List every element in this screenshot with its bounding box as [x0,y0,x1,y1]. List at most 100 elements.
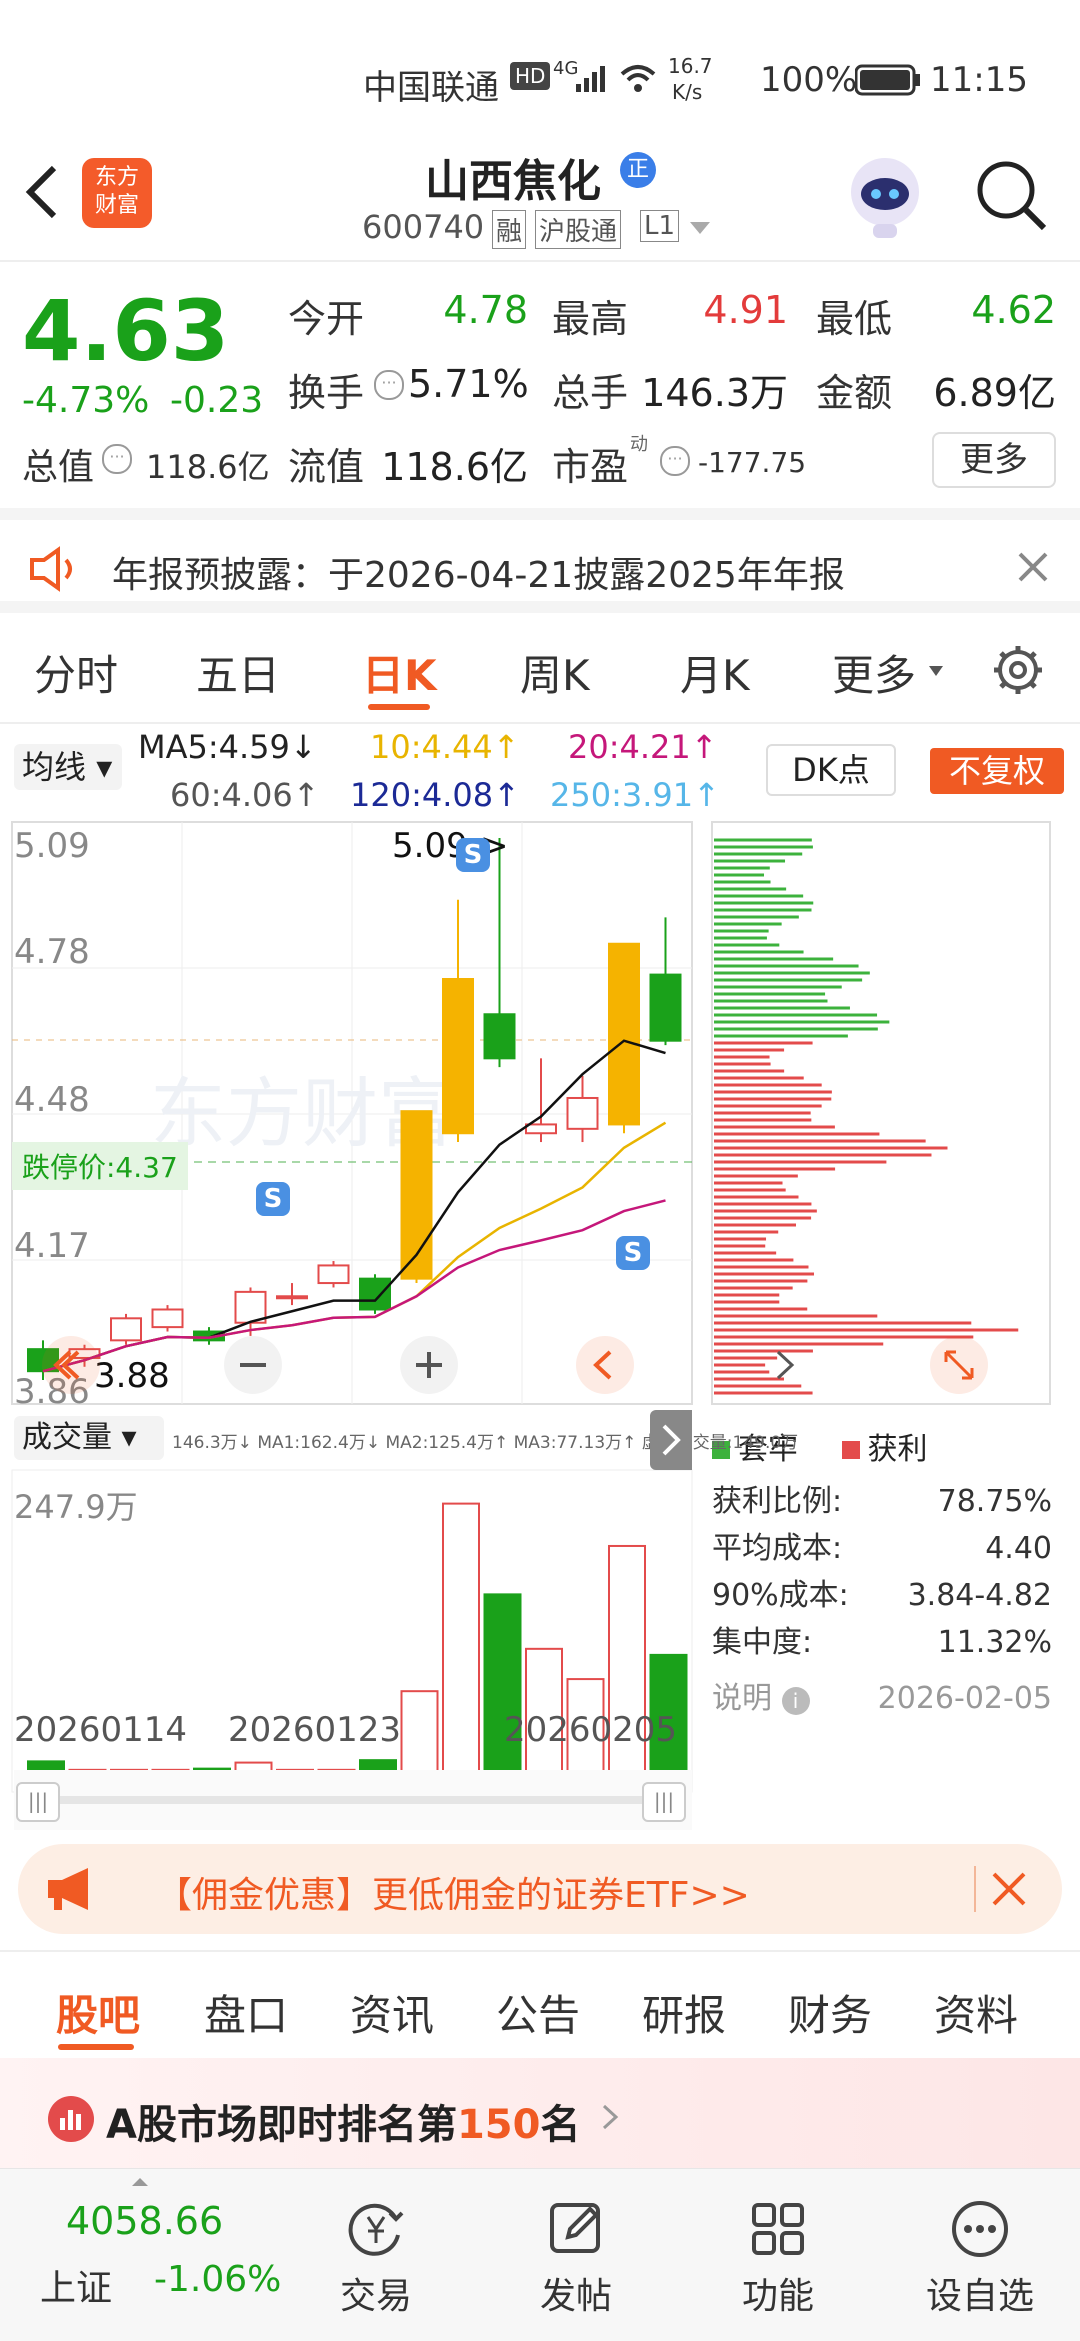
rank-prefix: A股市场即时排名第 [106,2102,457,2148]
back-icon[interactable] [22,162,62,226]
index-ticker[interactable]: 4058.66 上证 -1.06% [0,2169,282,2341]
zoom-in-button[interactable] [400,1336,458,1394]
more-button[interactable]: 更多 [932,432,1056,488]
sell-signal-icon[interactable]: S [616,1236,650,1270]
info-icon[interactable]: ··· [660,446,690,476]
more-dots-icon [950,2199,1010,2259]
range-handle-right[interactable]: ||| [642,1782,686,1822]
index-change: -1.06% [154,2259,282,2300]
verified-badge: 正 [620,152,656,188]
nav-watchlist[interactable]: 设自选 [910,2169,1050,2341]
range-handle-left[interactable]: ||| [16,1782,60,1822]
tab-announcements[interactable]: 公告 [496,1982,580,2043]
bottom-bar: 4058.66 上证 -1.06% 交易 发帖 功能 设自选 [0,2168,1080,2341]
tab-orderbook[interactable]: 盘口 [204,1982,288,2043]
brand-logo[interactable]: 东方 财富 [82,158,152,228]
nav-post[interactable]: 发帖 [506,2169,646,2341]
turnover-value: 5.71% [408,362,529,406]
tab-intraday[interactable]: 分时 [34,642,118,703]
turnover-label: 换手 [288,371,365,415]
robot-assistant-icon[interactable] [845,152,925,242]
limit-down-label: 跌停价:4.37 [12,1142,188,1190]
feature-tabs: 股吧 盘口 资讯 公告 研报 财务 资料 [0,1950,1080,2058]
ma-selector[interactable]: 均线 ▾ [14,744,122,790]
candle-body [317,1264,350,1285]
index-value: 4058.66 [66,2199,224,2243]
close-icon[interactable] [1016,550,1050,588]
candle-body [649,973,682,1042]
tab-research[interactable]: 研报 [642,1982,726,2043]
chip-stat-value: 3.84-4.82 [907,1578,1052,1613]
chip-stat-value: 4.40 [985,1531,1052,1566]
candle-body [566,1096,599,1130]
zoom-out-button[interactable] [224,1336,282,1394]
nav-trade[interactable]: 交易 [306,2169,446,2341]
speaker-icon [28,546,82,596]
tab-monthly-k[interactable]: 月K [680,642,750,703]
notice-bar[interactable]: 年报预披露：于2026-04-21披露2025年年报 [0,508,1080,613]
tab-more[interactable]: 更多 [832,642,916,703]
clock: 11:15 [930,60,1028,100]
brand-line2: 财富 [94,193,139,218]
tab-daily-k[interactable]: 日K [362,642,437,703]
index-name: 上证 [40,2268,113,2309]
grid-icon [748,2199,808,2259]
expand-icon[interactable] [930,1336,988,1394]
settings-icon[interactable] [990,642,1046,702]
rewind-button[interactable] [42,1336,100,1394]
chip-stat-label: 集中度: [712,1625,813,1660]
tab-five-day[interactable]: 五日 [196,642,280,703]
ma-selector-label: 均线 [22,748,87,786]
tab-financials[interactable]: 财务 [788,1982,872,2043]
chip-stat-label: 获利比例: [712,1484,843,1519]
chip-distribution [714,838,1019,1395]
dropdown-icon[interactable] [688,220,712,240]
volume-selector[interactable]: 成交量 ▾ [14,1416,164,1460]
close-icon[interactable] [990,1870,1028,1912]
chevron-right-icon [600,2102,620,2136]
amount-label: 金额 [816,371,893,415]
tag-connect: 沪股通 [535,210,622,249]
dk-point-button[interactable]: DK点 [766,744,896,796]
legend-profit: 获利 [867,1432,928,1467]
open-label: 今开 [288,297,365,341]
info-icon[interactable]: ··· [374,370,404,400]
stock-header: 东方 财富 山西焦化 正 600740 融 沪股通 L1 [0,140,1080,262]
stock-code: 600740 [362,208,485,246]
chip-next-icon[interactable] [756,1336,814,1394]
info-icon[interactable]: i [781,1687,810,1715]
adjust-button[interactable]: 不复权 [930,748,1064,794]
range-scroller[interactable]: ||| ||| [14,1770,692,1830]
y-label-1: 5.09 [14,826,90,866]
tab-weekly-k[interactable]: 周K [520,642,590,703]
promo-banner[interactable]: 【佣金优惠】更低佣金的证券ETF>> [18,1844,1062,1934]
open-value: 4.78 [443,288,528,332]
sell-signal-icon[interactable]: S [456,838,490,872]
chevron-right-icon[interactable] [650,1410,692,1470]
promo-divider [974,1866,976,1912]
kline-tabs: 分时 五日 日K 周K 月K 更多 [0,612,1080,724]
tab-profile[interactable]: 资料 [934,1982,1018,2043]
status-bar: 中国联通 HD 4G 16.7 K/s 100% 11:15 [0,0,1080,140]
date-label: 20260114 [14,1710,188,1750]
nav-functions[interactable]: 功能 [708,2169,848,2341]
promo-text: 【佣金优惠】更低佣金的证券ETF>> [156,1875,750,1916]
high-value: 4.91 [703,288,788,332]
ma-legend: 均线 ▾ MA5:4.59↓ 10:4.44↑ 20:4.21↑ 60:4.06… [0,722,1080,822]
candle-body [110,1317,142,1342]
low-value: 4.62 [971,288,1056,332]
market-rank-banner[interactable]: A股市场即时排名第150名 [0,2058,1080,2168]
volume-bar [442,1502,480,1789]
prev-button[interactable] [576,1336,634,1394]
tab-forum[interactable]: 股吧 [56,1982,140,2043]
chip-note-label[interactable]: 说明 [712,1681,772,1716]
market-cap-value: 118.6亿 [146,448,270,486]
tab-news[interactable]: 资讯 [350,1982,434,2043]
nav-trade-label: 交易 [339,2276,412,2317]
info-icon[interactable]: ··· [102,444,132,474]
sell-signal-icon[interactable]: S [256,1182,290,1216]
search-icon[interactable] [972,156,1052,240]
edit-icon [546,2199,606,2259]
ma20-line [42,1199,666,1373]
date-label: 20260123 [228,1710,402,1750]
